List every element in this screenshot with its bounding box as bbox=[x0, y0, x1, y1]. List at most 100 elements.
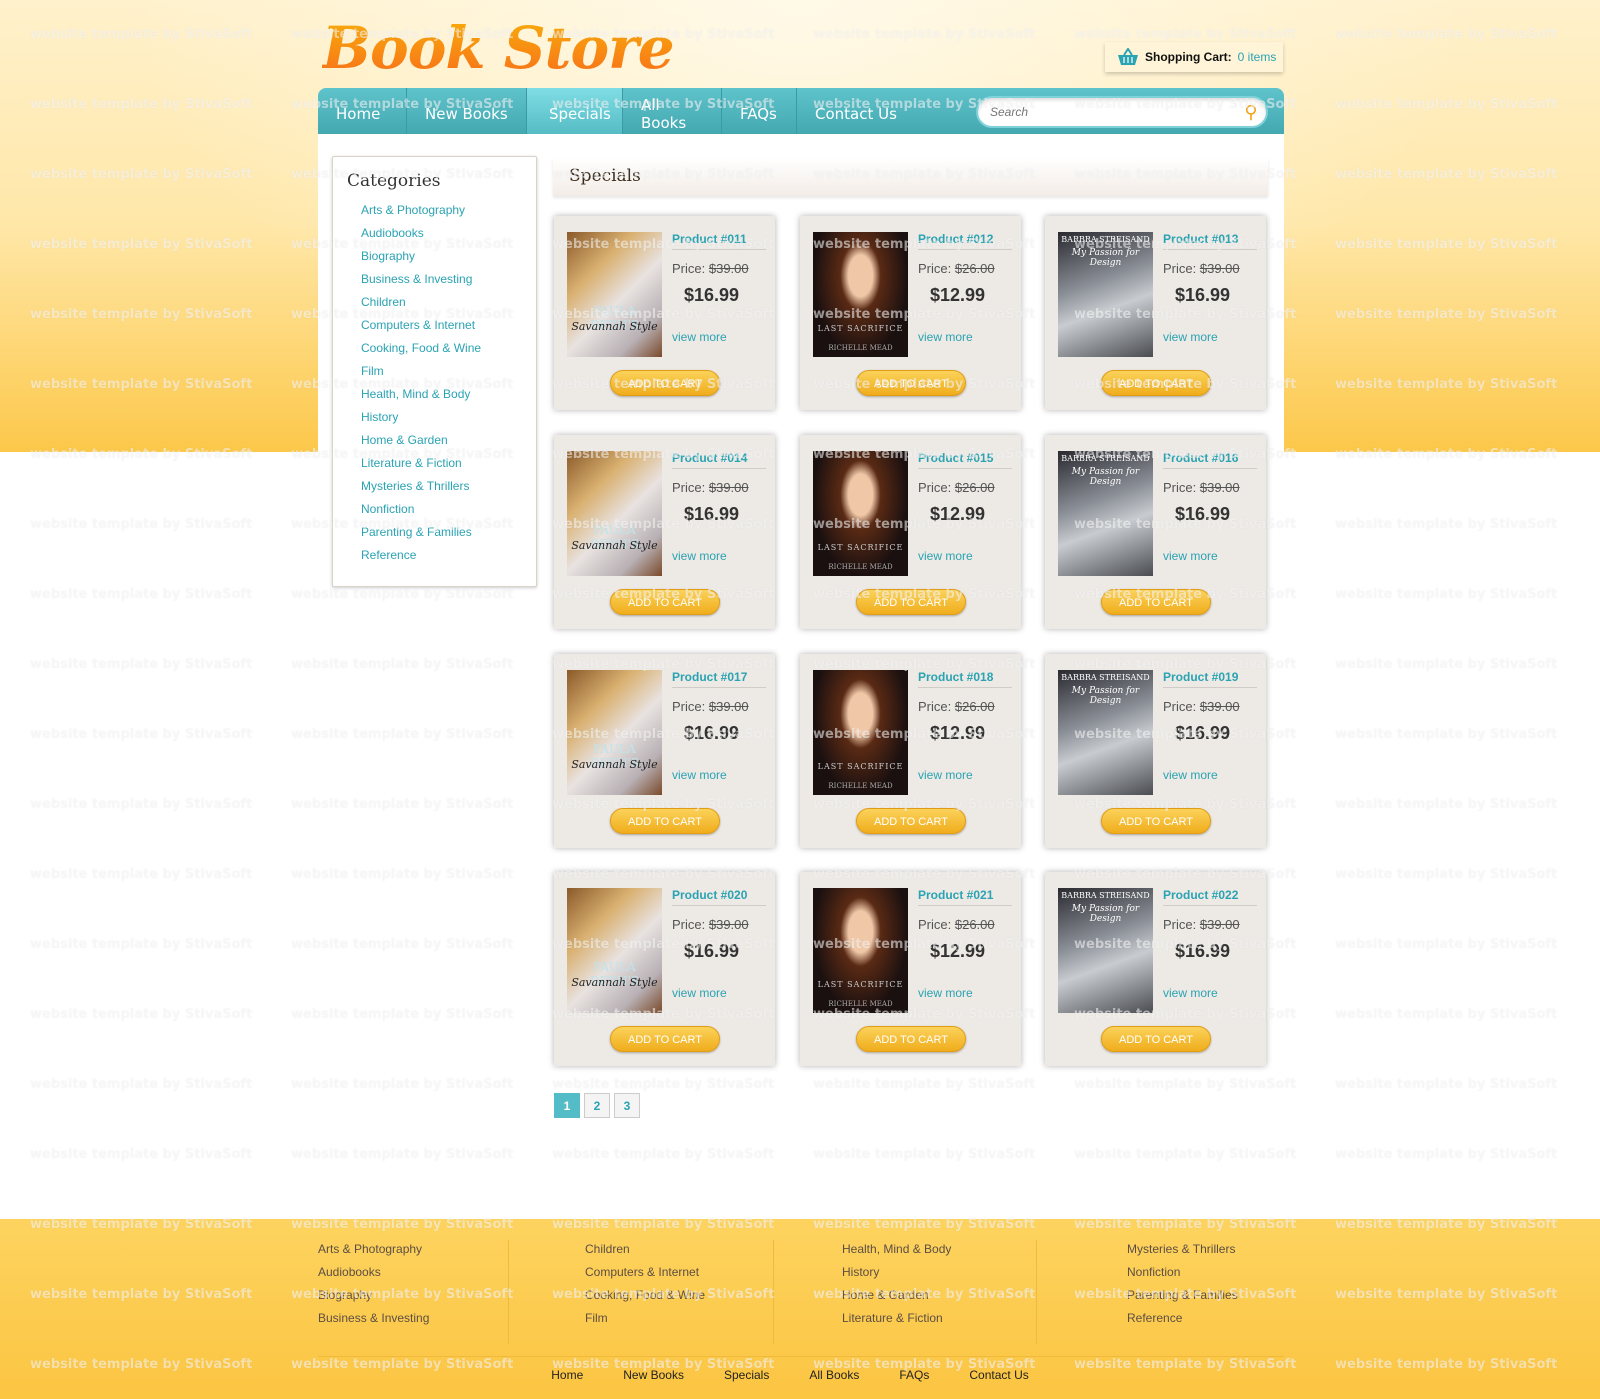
view-more-link[interactable]: view more bbox=[672, 986, 727, 1000]
category-link[interactable]: Reference bbox=[361, 548, 536, 571]
category-link[interactable]: History bbox=[361, 410, 536, 433]
add-to-cart-button[interactable]: ADD TO CART bbox=[856, 370, 966, 396]
product-name[interactable]: Product #015 bbox=[918, 451, 1012, 469]
nav-faqs[interactable]: FAQs bbox=[722, 88, 797, 134]
footer-link[interactable]: Home & Garden bbox=[842, 1288, 951, 1311]
add-to-cart-button[interactable]: ADD TO CART bbox=[856, 1026, 966, 1052]
view-more-link[interactable]: view more bbox=[672, 768, 727, 782]
category-link[interactable]: Biography bbox=[361, 249, 536, 272]
product-name[interactable]: Product #020 bbox=[672, 888, 766, 906]
add-to-cart-button[interactable]: ADD TO CART bbox=[1101, 1026, 1211, 1052]
book-cover-image[interactable]: LAST SACRIFICE RICHELLE MEAD bbox=[813, 670, 908, 795]
footer-link[interactable]: Nonfiction bbox=[1127, 1265, 1238, 1288]
category-link[interactable]: Health, Mind & Body bbox=[361, 387, 536, 410]
nav-specials[interactable]: Specials bbox=[527, 88, 623, 134]
cart-count[interactable]: 0 items bbox=[1238, 50, 1277, 64]
product-name[interactable]: Product #011 bbox=[672, 232, 766, 250]
view-more-link[interactable]: view more bbox=[672, 549, 727, 563]
book-cover-image[interactable]: LAST SACRIFICE RICHELLE MEAD bbox=[813, 451, 908, 576]
footer-link[interactable]: Cooking, Food & Wine bbox=[585, 1288, 705, 1311]
footer-link[interactable]: Parenting & Families bbox=[1127, 1288, 1238, 1311]
footer-link[interactable]: History bbox=[842, 1265, 951, 1288]
shopping-cart[interactable]: Shopping Cart: 0 items bbox=[1105, 42, 1283, 72]
book-cover-image[interactable]: PAULA DEEN'S Savannah Style bbox=[567, 888, 662, 1013]
footer-link[interactable]: Children bbox=[585, 1242, 705, 1265]
footer-link[interactable]: Business & Investing bbox=[318, 1311, 429, 1334]
view-more-link[interactable]: view more bbox=[918, 549, 973, 563]
book-cover-image[interactable]: PAULA DEEN'S Savannah Style bbox=[567, 232, 662, 357]
view-more-link[interactable]: view more bbox=[918, 768, 973, 782]
logo[interactable]: Book Store bbox=[322, 14, 675, 82]
book-cover-image[interactable]: LAST SACRIFICE RICHELLE MEAD bbox=[813, 888, 908, 1013]
footer-link[interactable]: Mysteries & Thrillers bbox=[1127, 1242, 1238, 1265]
add-to-cart-button[interactable]: ADD TO CART bbox=[610, 589, 720, 615]
view-more-link[interactable]: view more bbox=[918, 330, 973, 344]
add-to-cart-button[interactable]: ADD TO CART bbox=[610, 370, 720, 396]
view-more-link[interactable]: view more bbox=[1163, 986, 1218, 1000]
book-cover-image[interactable]: BARBRA STREISAND My Passion for Design bbox=[1058, 888, 1153, 1013]
nav-home[interactable]: Home bbox=[318, 88, 407, 134]
product-name[interactable]: Product #021 bbox=[918, 888, 1012, 906]
product-name[interactable]: Product #014 bbox=[672, 451, 766, 469]
view-more-link[interactable]: view more bbox=[1163, 330, 1218, 344]
search-input[interactable] bbox=[990, 105, 1236, 119]
product-name[interactable]: Product #022 bbox=[1163, 888, 1257, 906]
footer-link[interactable]: Computers & Internet bbox=[585, 1265, 705, 1288]
add-to-cart-button[interactable]: ADD TO CART bbox=[610, 808, 720, 834]
footer-nav-link[interactable]: All Books bbox=[809, 1368, 859, 1382]
view-more-link[interactable]: view more bbox=[672, 330, 727, 344]
nav-contact-us[interactable]: Contact Us bbox=[797, 88, 915, 134]
category-link[interactable]: Nonfiction bbox=[361, 502, 536, 525]
footer-nav-link[interactable]: FAQs bbox=[899, 1368, 929, 1382]
page-2-button[interactable]: 2 bbox=[584, 1093, 610, 1118]
product-name[interactable]: Product #017 bbox=[672, 670, 766, 688]
category-link[interactable]: Arts & Photography bbox=[361, 203, 536, 226]
footer-link[interactable]: Biography bbox=[318, 1288, 429, 1311]
footer-nav-link[interactable]: Specials bbox=[724, 1368, 769, 1382]
category-link[interactable]: Literature & Fiction bbox=[361, 456, 536, 479]
footer-link[interactable]: Reference bbox=[1127, 1311, 1238, 1334]
category-link[interactable]: Audiobooks bbox=[361, 226, 536, 249]
footer-link[interactable]: Literature & Fiction bbox=[842, 1311, 951, 1334]
footer-link[interactable]: Arts & Photography bbox=[318, 1242, 429, 1265]
book-cover-image[interactable]: BARBRA STREISAND My Passion for Design bbox=[1058, 451, 1153, 576]
category-link[interactable]: Home & Garden bbox=[361, 433, 536, 456]
category-link[interactable]: Film bbox=[361, 364, 536, 387]
product-name[interactable]: Product #016 bbox=[1163, 451, 1257, 469]
product-name[interactable]: Product #013 bbox=[1163, 232, 1257, 250]
add-to-cart-button[interactable]: ADD TO CART bbox=[1101, 808, 1211, 834]
nav-new-books[interactable]: New Books bbox=[407, 88, 527, 134]
product-name[interactable]: Product #012 bbox=[918, 232, 1012, 250]
magnifier-icon[interactable]: ⚲ bbox=[1236, 102, 1266, 123]
book-cover-image[interactable]: BARBRA STREISAND My Passion for Design bbox=[1058, 670, 1153, 795]
category-link[interactable]: Business & Investing bbox=[361, 272, 536, 295]
footer-nav-link[interactable]: Contact Us bbox=[969, 1368, 1028, 1382]
view-more-link[interactable]: view more bbox=[1163, 768, 1218, 782]
footer-nav-link[interactable]: Home bbox=[551, 1368, 583, 1382]
footer-link[interactable]: Health, Mind & Body bbox=[842, 1242, 951, 1265]
footer-link[interactable]: Audiobooks bbox=[318, 1265, 429, 1288]
book-cover-image[interactable]: LAST SACRIFICE RICHELLE MEAD bbox=[813, 232, 908, 357]
category-link[interactable]: Cooking, Food & Wine bbox=[361, 341, 536, 364]
category-link[interactable]: Children bbox=[361, 295, 536, 318]
footer-nav-link[interactable]: New Books bbox=[623, 1368, 684, 1382]
product-name[interactable]: Product #019 bbox=[1163, 670, 1257, 688]
category-link[interactable]: Computers & Internet bbox=[361, 318, 536, 341]
product-name[interactable]: Product #018 bbox=[918, 670, 1012, 688]
category-link[interactable]: Mysteries & Thrillers bbox=[361, 479, 536, 502]
footer-link[interactable]: Film bbox=[585, 1311, 705, 1334]
nav-all-books[interactable]: All Books bbox=[623, 88, 722, 134]
page-1-button[interactable]: 1 bbox=[554, 1093, 580, 1118]
page-3-button[interactable]: 3 bbox=[614, 1093, 640, 1118]
book-cover-image[interactable]: BARBRA STREISAND My Passion for Design bbox=[1058, 232, 1153, 357]
add-to-cart-button[interactable]: ADD TO CART bbox=[856, 808, 966, 834]
book-cover-image[interactable]: PAULA DEEN'S Savannah Style bbox=[567, 451, 662, 576]
book-cover-image[interactable]: PAULA DEEN'S Savannah Style bbox=[567, 670, 662, 795]
add-to-cart-button[interactable]: ADD TO CART bbox=[610, 1026, 720, 1052]
add-to-cart-button[interactable]: ADD TO CART bbox=[1101, 370, 1211, 396]
add-to-cart-button[interactable]: ADD TO CART bbox=[856, 589, 966, 615]
view-more-link[interactable]: view more bbox=[918, 986, 973, 1000]
add-to-cart-button[interactable]: ADD TO CART bbox=[1101, 589, 1211, 615]
view-more-link[interactable]: view more bbox=[1163, 549, 1218, 563]
category-link[interactable]: Parenting & Families bbox=[361, 525, 536, 548]
